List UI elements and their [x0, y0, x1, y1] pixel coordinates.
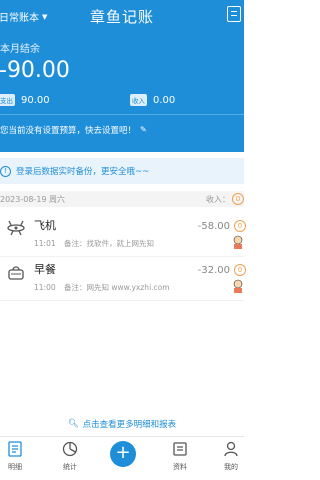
income-value: 0.00 [153, 94, 176, 106]
list-icon [8, 441, 22, 457]
pencil-icon: ✎ [140, 125, 147, 134]
record-note: 备注：网先知 www.yxzhi.com [64, 283, 170, 292]
app-title: 章鱼记账 [89, 8, 154, 26]
tab-resources[interactable]: 资料 [165, 441, 195, 472]
expense-label: 支出 [0, 94, 15, 106]
balance-value: -90.00 [0, 58, 70, 83]
record-item[interactable]: 飞机 11:01 备注：找软件，就上网先知 -58.00 0 [0, 207, 246, 257]
record-item[interactable]: 早餐 11:00 备注：网先知 www.yxzhi.com -32.00 0 [0, 251, 246, 301]
day-header: 2023-08-19 周六 收入： 0 [0, 191, 244, 207]
record-time: 11:00 [34, 283, 56, 292]
record-title: 飞机 [34, 219, 56, 232]
tab-profile-label: 我的 [224, 463, 238, 471]
tab-resources-label: 资料 [173, 463, 187, 471]
avatar [233, 235, 243, 249]
record-meta: 11:00 备注：网先知 www.yxzhi.com [34, 282, 170, 293]
breakfast-icon [8, 266, 24, 280]
income-summary: 收入 0.00 [130, 94, 175, 106]
record-note: 备注：找软件，就上网先知 [64, 239, 155, 248]
tab-bar: 明细 统计 + 资料 我的 [0, 436, 244, 480]
income-label: 收入 [130, 94, 147, 106]
more-details-text: 点击查看更多明细和报表 [82, 420, 177, 430]
tab-statistics[interactable]: 统计 [55, 441, 85, 472]
record-time: 11:01 [34, 239, 56, 248]
tab-statistics-label: 统计 [63, 463, 77, 471]
info-icon: ! [0, 165, 11, 177]
record-amount: -32.00 [197, 265, 230, 276]
record-badge: 0 [234, 264, 246, 276]
budget-notice[interactable]: 您当前没有设置预算，快去设置吧！ ✎ [0, 114, 244, 144]
budget-notice-text: 您当前没有设置预算，快去设置吧！ [0, 125, 137, 136]
header: 日常账本 ▼ 章鱼记账 本月结余 -90.00 支出 90.00 收入 0.00… [0, 0, 244, 152]
record-meta: 11:01 备注：找软件，就上网先知 [34, 238, 154, 249]
login-notice-text: 登录后数据实时备份，更安全哦~~ [16, 167, 150, 177]
more-details-link[interactable]: 🔍︎ 点击查看更多明细和报表 [0, 418, 244, 430]
tab-profile[interactable]: 我的 [216, 441, 246, 472]
login-notice[interactable]: ! 登录后数据实时备份，更安全哦~~ [0, 158, 244, 184]
plane-icon [7, 220, 25, 236]
tab-details[interactable]: 明细 [0, 441, 30, 472]
tab-details-label: 明细 [8, 463, 22, 471]
record-badge: 0 [234, 220, 246, 232]
expense-summary: 支出 90.00 [0, 94, 50, 106]
search-icon: 🔍︎ [67, 419, 79, 429]
expense-value: 90.00 [21, 94, 50, 106]
pie-chart-icon [62, 441, 78, 457]
day-badge: 0 [232, 193, 244, 205]
document-icon[interactable] [227, 6, 241, 22]
avatar [233, 279, 243, 293]
document-icon [173, 442, 187, 456]
day-date: 2023-08-19 周六 [0, 194, 66, 204]
record-amount: -58.00 [197, 221, 230, 232]
balance-label: 本月结余 [0, 44, 40, 55]
day-summary: 收入： [206, 194, 230, 204]
add-record-button[interactable]: + [110, 441, 136, 467]
record-title: 早餐 [34, 263, 56, 276]
user-icon [224, 441, 238, 457]
